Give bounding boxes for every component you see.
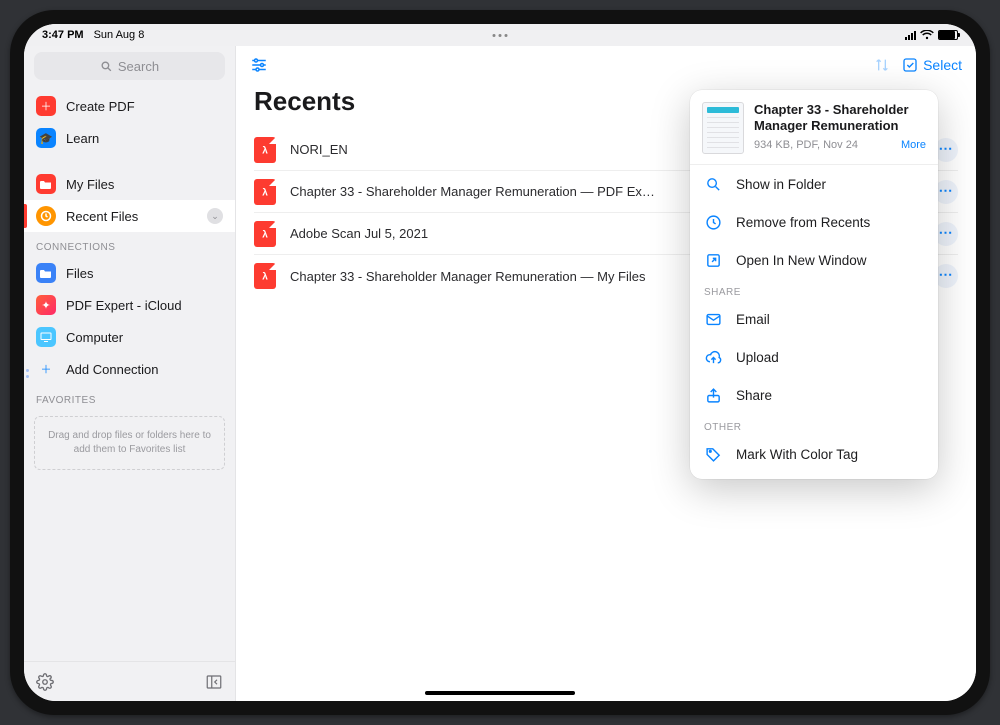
sidebar-item-pdf-expert-icloud[interactable]: ✦ PDF Expert - iCloud: [24, 289, 235, 321]
pdf-file-icon: [254, 179, 276, 205]
plus-icon: ＋: [36, 359, 56, 379]
popover-meta: 934 KB, PDF, Nov 24: [754, 139, 858, 151]
action-upload[interactable]: Upload: [690, 338, 938, 376]
pdf-file-icon: [254, 221, 276, 247]
action-email[interactable]: Email: [690, 300, 938, 338]
share-header: SHARE: [690, 279, 938, 300]
tag-icon: [704, 446, 722, 463]
sidebar-item-add-connection[interactable]: ＋ Add Connection: [24, 353, 235, 385]
action-share[interactable]: Share: [690, 376, 938, 414]
sidebar-handle[interactable]: [24, 360, 32, 388]
pdf-file-icon: [254, 263, 276, 289]
sidebar-item-label: Recent Files: [66, 209, 138, 224]
other-header: OTHER: [690, 414, 938, 435]
status-time: 3:47 PM: [42, 29, 84, 41]
action-label: Mark With Color Tag: [736, 447, 858, 462]
action-open-new-window[interactable]: Open In New Window: [690, 241, 938, 279]
checkbox-icon: [902, 57, 918, 73]
action-label: Upload: [736, 350, 779, 365]
sort-button[interactable]: [874, 57, 890, 73]
sidebar: Search ＋ Create PDF 🎓 Learn: [24, 46, 236, 701]
battery-icon: [938, 30, 958, 40]
pdf-file-icon: [254, 137, 276, 163]
wifi-icon: [920, 30, 934, 40]
popover-header: Chapter 33 - Shareholder Manager Remuner…: [690, 90, 938, 165]
sidebar-item-label: Learn: [66, 131, 99, 146]
learn-icon: 🎓: [36, 128, 56, 148]
more-link[interactable]: More: [901, 139, 926, 151]
pdf-expert-icon: ✦: [36, 295, 56, 315]
search-icon: [704, 176, 722, 193]
app: Search ＋ Create PDF 🎓 Learn: [24, 46, 976, 701]
sidebar-item-files[interactable]: Files: [24, 257, 235, 289]
favorites-header: FAVORITES: [24, 385, 235, 410]
share-icon: [704, 387, 722, 404]
status-date: Sun Aug 8: [94, 29, 145, 41]
status-icons: [905, 30, 958, 40]
sliders-icon: [250, 56, 268, 74]
sidebar-item-label: Files: [66, 266, 93, 281]
cloud-upload-icon: [704, 349, 722, 366]
gear-icon: [36, 673, 54, 691]
computer-icon: [36, 327, 56, 347]
clock-icon: [36, 206, 56, 226]
action-remove-from-recents[interactable]: Remove from Recents: [690, 203, 938, 241]
clock-remove-icon: [704, 214, 722, 231]
search-icon: [100, 60, 113, 73]
action-label: Remove from Recents: [736, 215, 870, 230]
chevron-down-icon[interactable]: ⌄: [207, 208, 223, 224]
favorites-dropzone[interactable]: Drag and drop files or folders here to a…: [34, 416, 225, 470]
file-name: Chapter 33 - Shareholder Manager Remuner…: [290, 184, 660, 199]
home-indicator[interactable]: [425, 691, 575, 695]
plus-doc-icon: ＋: [36, 96, 56, 116]
mail-icon: [704, 311, 722, 328]
sidebar-item-label: My Files: [66, 177, 114, 192]
file-name: Adobe Scan Jul 5, 2021: [290, 226, 428, 241]
sidebar-item-label: Create PDF: [66, 99, 135, 114]
action-label: Open In New Window: [736, 253, 867, 268]
sidebar-item-recent-files[interactable]: Recent Files ⌄: [24, 200, 235, 232]
file-name: NORI_EN: [290, 142, 348, 157]
document-thumbnail: [702, 102, 744, 154]
multitask-dots[interactable]: [493, 34, 508, 37]
action-label: Email: [736, 312, 770, 327]
filter-button[interactable]: [250, 56, 268, 74]
ipad-frame: 3:47 PM Sun Aug 8 Search: [10, 10, 990, 715]
folder-icon: [36, 174, 56, 194]
screen: 3:47 PM Sun Aug 8 Search: [24, 24, 976, 701]
action-label: Show in Folder: [736, 177, 826, 192]
search-input[interactable]: Search: [34, 52, 225, 80]
settings-button[interactable]: [36, 673, 54, 691]
external-icon: [704, 252, 722, 269]
cellular-icon: [905, 31, 916, 40]
collapse-icon: [205, 673, 223, 691]
sidebar-item-label: Add Connection: [66, 362, 159, 377]
sidebar-item-create-pdf[interactable]: ＋ Create PDF: [24, 90, 235, 122]
sidebar-item-my-files[interactable]: My Files: [24, 168, 235, 200]
sidebar-bottom: [24, 661, 235, 701]
file-actions-popover: Chapter 33 - Shareholder Manager Remuner…: [690, 90, 938, 479]
action-label: Share: [736, 388, 772, 403]
select-button[interactable]: Select: [902, 57, 962, 73]
sidebar-item-label: PDF Expert - iCloud: [66, 298, 182, 313]
action-mark-color-tag[interactable]: Mark With Color Tag: [690, 435, 938, 473]
toolbar: Select: [236, 46, 976, 84]
search-placeholder: Search: [118, 59, 159, 74]
sort-icon: [874, 57, 890, 73]
popover-title: Chapter 33 - Shareholder Manager Remuner…: [754, 102, 926, 135]
status-bar: 3:47 PM Sun Aug 8: [24, 24, 976, 46]
collapse-sidebar-button[interactable]: [205, 673, 223, 691]
sidebar-item-learn[interactable]: 🎓 Learn: [24, 122, 235, 154]
sidebar-item-label: Computer: [66, 330, 123, 345]
connections-header: CONNECTIONS: [24, 232, 235, 257]
sidebar-item-computer[interactable]: Computer: [24, 321, 235, 353]
action-show-in-folder[interactable]: Show in Folder: [690, 165, 938, 203]
main-content: Select Recents NORI_EN ⋯ Chapter 33 - Sh…: [236, 46, 976, 701]
select-label: Select: [923, 57, 962, 73]
file-name: Chapter 33 - Shareholder Manager Remuner…: [290, 269, 646, 284]
folder-icon: [36, 263, 56, 283]
